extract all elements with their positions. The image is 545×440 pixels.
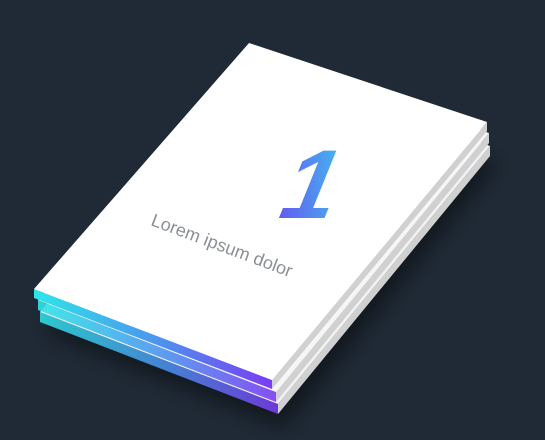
stacked-pages-illustration: 1 Lorem ipsum dolor [0, 0, 545, 440]
